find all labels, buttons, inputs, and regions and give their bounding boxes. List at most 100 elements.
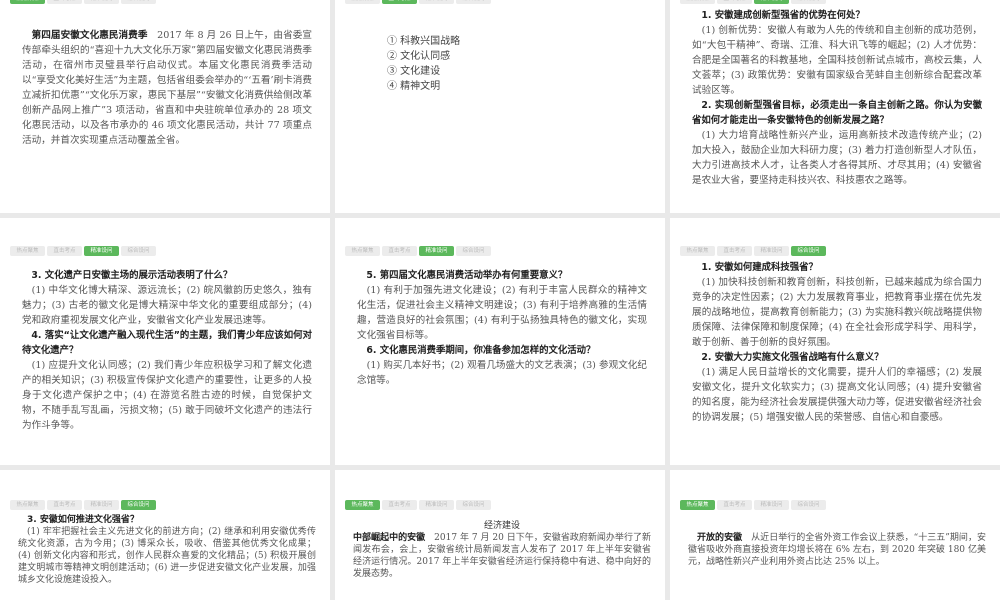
tab-bar: 热点聚焦直击考点精准设问综合设问 — [10, 0, 156, 4]
question: 3. 文化遗产日安徽主场的展示活动表明了什么？ — [31, 270, 233, 281]
slide: 热点聚焦直击考点精准设问综合设问 ① 科教兴国战略 ② 文化认同感 ③ 文化建设 ④ 精… — [335, 0, 665, 213]
tab-bar: 热点聚焦直击考点精准设问综合设问 — [10, 246, 156, 256]
tab-bar: 热点聚焦直击考点精准设问综合设问 — [345, 0, 491, 4]
question: 3. 安徽如何推进文化强省？ — [27, 515, 139, 525]
slide-thumbnail[interactable]: 热点聚焦 直击考点 精准设问 综合设问 5. 第四届文化惠民消费活动举办有何重要意义？ (… — [335, 218, 665, 465]
tab-3[interactable]: 综合设问 — [791, 0, 826, 4]
lead-title: 第四届安徽文化惠民消费季 — [31, 30, 148, 41]
slide-thumbnail[interactable]: 热点聚焦 直击考点 精准设问 综合设问开放的安徽 从近日举行的全省外资工作会议上获悉，… — [670, 470, 1000, 600]
list-item: ④ 精神文明 — [387, 81, 441, 92]
tab-bar: 热点聚焦直击考点精准设问综合设问 — [345, 500, 491, 510]
slide-thumbnail[interactable]: 热点聚焦直击考点精准设问综合设问 ① 科教兴国战略 ② 文化认同感 ③ 文化建设 ④ 精… — [335, 0, 665, 213]
slide-thumbnail[interactable]: 热点聚焦直击考点精准设问综合设问第四届安徽文化惠民消费季 2017 年 8 月 … — [0, 0, 330, 213]
question: 1. 安徽如何建成科技强省？ — [701, 262, 818, 273]
slide: 热点聚焦直击考点精准设问综合设问 1. 安徽建成创新型强省的优势在何处？ (1) 创… — [670, 0, 1000, 213]
answer: (1) 满足人民日益增长的文化需要，提升人们的幸福感；(2) 发展安徽文化，提升… — [692, 367, 982, 423]
answer: (1) 牢牢把握社会主义先进文化的前进方向；(2) 继承和利用安徽优秀传统文化资… — [18, 527, 316, 585]
tab-3[interactable]: 综合设问 — [121, 246, 156, 256]
tab-3[interactable]: 综合设问 — [121, 0, 156, 4]
tab-0[interactable]: 热点聚焦 — [680, 0, 715, 4]
tab-bar: 热点聚焦直击考点精准设问综合设问 — [680, 0, 826, 4]
answer: (1) 大力培育战略性新兴产业，运用高新技术改造传统产业；(2) 加大投入，鼓励… — [692, 130, 982, 186]
tab-0[interactable]: 热点聚焦 — [10, 246, 45, 256]
tab-3[interactable]: 综合设问 — [791, 500, 826, 510]
slide-body: 3. 文化遗产日安徽主场的展示活动表明了什么？ (1) 中华文化博大精深、源远流长… — [22, 268, 312, 433]
tab-2[interactable]: 精准设问 — [419, 0, 454, 4]
tab-1[interactable]: 直击考点 — [717, 500, 752, 510]
slide-body: 第四届安徽文化惠民消费季 2017 年 8 月 26 日上午，由省委宣传部牵头组… — [22, 28, 312, 148]
answer: (1) 有利于加强先进文化建设；(2) 有利于丰富人民群众的精神文化生活，促进社… — [357, 285, 647, 341]
tab-0[interactable]: 热点聚焦 — [345, 0, 380, 4]
slide: 热点聚焦 直击考点 精准设问 综合设问 1. 安徽如何建成科技强省？ (1) 加快科技创新… — [670, 218, 1000, 465]
list-item: ③ 文化建设 — [387, 66, 441, 77]
answer: (1) 中华文化博大精深、源远流长；(2) 皖风徽韵历史悠久，独有魅力；(3) … — [22, 285, 312, 326]
slide-thumbnail[interactable]: 热点聚焦直击考点精准设问综合设问 1. 安徽建成创新型强省的优势在何处？ (1) 创… — [670, 0, 1000, 213]
tab-1[interactable]: 直击考点 — [47, 0, 82, 4]
slide-thumbnail[interactable]: 热点聚焦 直击考点 精准设问 综合设问经济建设 中部崛起中的安徽 2017 年 7 月 … — [335, 470, 665, 600]
tab-0[interactable]: 热点聚焦 — [680, 246, 715, 256]
tab-3[interactable]: 综合设问 — [121, 500, 156, 510]
tab-1[interactable]: 直击考点 — [47, 246, 82, 256]
answer: (1) 购买几本好书；(2) 观看几场盛大的文艺表演；(3) 参观文化纪念馆等。 — [357, 360, 647, 386]
tab-2[interactable]: 精准设问 — [84, 500, 119, 510]
tab-2[interactable]: 精准设问 — [419, 246, 454, 256]
slide: 热点聚焦直击考点精准设问综合设问第四届安徽文化惠民消费季 2017 年 8 月 … — [0, 0, 330, 213]
question: 6. 文化惠民消费季期间，你准备参加怎样的文化活动？ — [366, 345, 596, 356]
tab-2[interactable]: 精准设问 — [754, 246, 789, 256]
tab-1[interactable]: 直击考点 — [382, 246, 417, 256]
slide: 热点聚焦 直击考点 精准设问 综合设问经济建设 中部崛起中的安徽 2017 年 7 月 … — [335, 470, 665, 600]
slide-body: 5. 第四届文化惠民消费活动举办有何重要意义？ (1) 有利于加强先进文化建设；(… — [357, 268, 647, 388]
tab-0[interactable]: 热点聚焦 — [10, 500, 45, 510]
slide: 热点聚焦 直击考点 精准设问 综合设问 5. 第四届文化惠民消费活动举办有何重要意义？ (… — [335, 218, 665, 465]
slide-body: 1. 安徽如何建成科技强省？ (1) 加快科技创新和教育创新，科技创新，已越来越成… — [692, 260, 982, 425]
paragraph: 中部崛起中的安徽 2017 年 7 月 20 日下午，安徽省政府新闻办举行了新闻… — [353, 532, 651, 580]
tab-1[interactable]: 直击考点 — [717, 0, 752, 4]
tab-2[interactable]: 精准设问 — [84, 0, 119, 4]
slide-body: 1. 安徽建成创新型强省的优势在何处？ (1) 创新优势：安徽人有敢为人先的传统和… — [692, 8, 982, 188]
section-heading: 经济建设 — [483, 521, 520, 531]
tab-bar: 热点聚焦直击考点精准设问综合设问 — [345, 246, 491, 256]
tab-2[interactable]: 精准设问 — [754, 500, 789, 510]
slide-body: 3. 安徽如何推进文化强省？ (1) 牢牢把握社会主义先进文化的前进方向；(2) … — [18, 514, 316, 586]
paragraph: 第四届安徽文化惠民消费季 2017 年 8 月 26 日上午，由省委宣传部牵头组… — [22, 28, 312, 148]
tab-0[interactable]: 热点聚焦 — [680, 500, 715, 510]
slide-thumbnail[interactable]: 热点聚焦 直击考点 精准设问 综合设问 3. 文化遗产日安徽主场的展示活动表明了什么？ (… — [0, 218, 330, 465]
slide-body: 经济建设 中部崛起中的安徽 2017 年 7 月 20 日下午，安徽省政府新闻办举… — [353, 520, 651, 580]
paragraph: 开放的安徽 从近日举行的全省外资工作会议上获悉，“十三五”期间，安徽省吸收外商直… — [688, 532, 986, 568]
slide: 热点聚焦 直击考点 精准设问 综合设问 3. 安徽如何推进文化强省？ (1) 牢牢把握社会… — [0, 470, 330, 600]
tab-3[interactable]: 综合设问 — [456, 0, 491, 4]
tab-3[interactable]: 综合设问 — [456, 246, 491, 256]
slide-thumbnail[interactable]: 热点聚焦 直击考点 精准设问 综合设问 3. 安徽如何推进文化强省？ (1) 牢牢把握社会… — [0, 470, 330, 600]
answer: (1) 创新优势：安徽人有敢为人先的传统和自主创新的成功范例，如“大包干精神”、… — [692, 25, 982, 96]
question: 2. 实现创新型强省目标，必须走出一条自主创新之路。你认为安徽省如何才能走出一条… — [692, 100, 982, 126]
question: 1. 安徽建成创新型强省的优势在何处？ — [701, 10, 865, 21]
tab-bar: 热点聚焦直击考点精准设问综合设问 — [10, 500, 156, 510]
lead-title: 开放的安徽 — [697, 533, 743, 543]
tab-1[interactable]: 直击考点 — [382, 0, 417, 4]
paragraph-text: 2017 年 8 月 26 日上午，由省委宣传部牵头组织的“喜迎十九大文化乐万家… — [22, 30, 313, 146]
question: 4. 落实“让文化遗产融入现代生活”的主题，我们青少年应该如何对待文化遗产？ — [22, 330, 312, 356]
tab-3[interactable]: 综合设问 — [791, 246, 826, 256]
question: 5. 第四届文化惠民消费活动举办有何重要意义？ — [366, 270, 568, 281]
list-item: ② 文化认同感 — [387, 51, 451, 62]
question: 2. 安徽大力实施文化强省战略有什么意义？ — [701, 352, 884, 363]
answer: (1) 应提升文化认同感；(2) 我们青少年应积极学习和了解文化遗产的相关知识；… — [22, 360, 312, 431]
slide-body: ① 科教兴国战略 ② 文化认同感 ③ 文化建设 ④ 精神文明 — [357, 34, 647, 94]
tab-1[interactable]: 直击考点 — [382, 500, 417, 510]
tab-bar: 热点聚焦直击考点精准设问综合设问 — [680, 500, 826, 510]
tab-2[interactable]: 精准设问 — [419, 500, 454, 510]
slide: 热点聚焦 直击考点 精准设问 综合设问 3. 文化遗产日安徽主场的展示活动表明了什么？ (… — [0, 218, 330, 465]
lead-title: 中部崛起中的安徽 — [353, 533, 426, 543]
tab-bar: 热点聚焦直击考点精准设问综合设问 — [680, 246, 826, 256]
list-item: ① 科教兴国战略 — [387, 36, 461, 47]
tab-0[interactable]: 热点聚焦 — [345, 500, 380, 510]
tab-0[interactable]: 热点聚焦 — [345, 246, 380, 256]
tab-2[interactable]: 精准设问 — [84, 246, 119, 256]
slide-thumbnail[interactable]: 热点聚焦 直击考点 精准设问 综合设问 1. 安徽如何建成科技强省？ (1) 加快科技创新… — [670, 218, 1000, 465]
tab-0[interactable]: 热点聚焦 — [10, 0, 45, 4]
tab-2[interactable]: 精准设问 — [754, 0, 789, 4]
tab-3[interactable]: 综合设问 — [456, 500, 491, 510]
slide: 热点聚焦 直击考点 精准设问 综合设问开放的安徽 从近日举行的全省外资工作会议上获悉，… — [670, 470, 1000, 600]
tab-1[interactable]: 直击考点 — [717, 246, 752, 256]
tab-1[interactable]: 直击考点 — [47, 500, 82, 510]
